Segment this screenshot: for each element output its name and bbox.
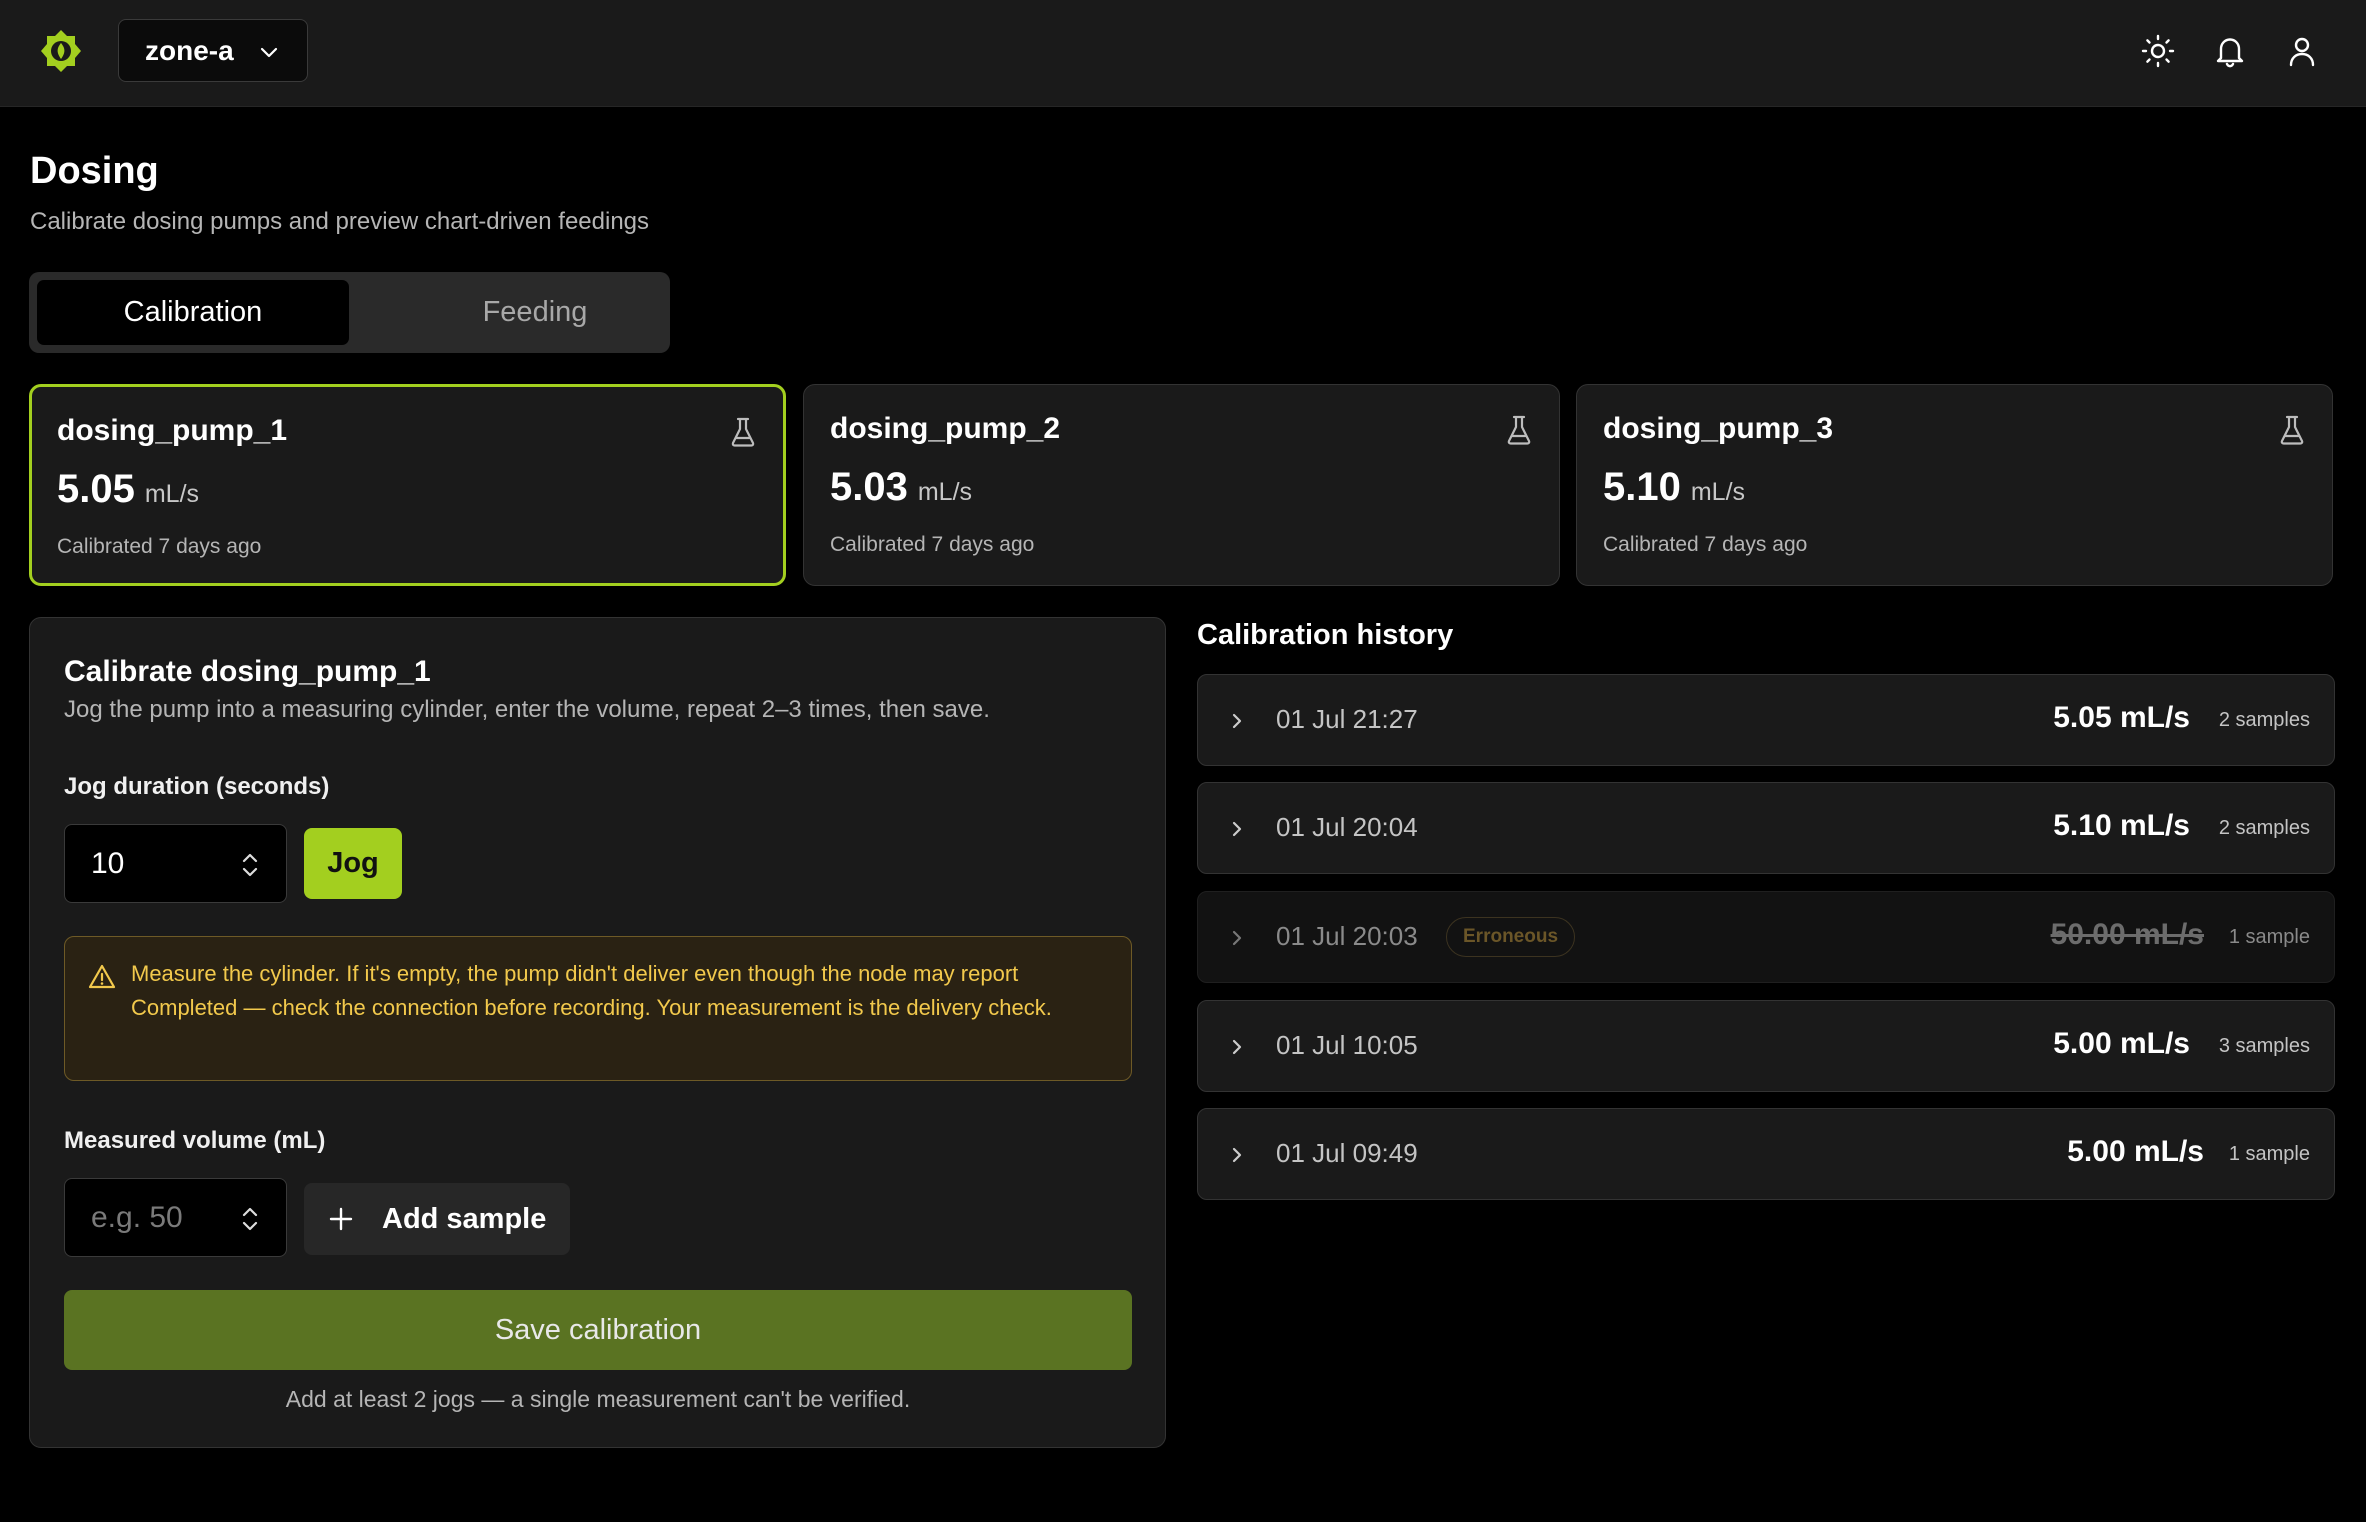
pump-rate-unit: mL/s <box>917 478 973 506</box>
warning-icon <box>88 964 116 989</box>
history-rate: 5.00 mL/s <box>2053 1027 2190 1060</box>
history-date: 01 Jul 21:27 <box>1276 704 1418 734</box>
chevron-right-icon[interactable] <box>1228 1145 1246 1165</box>
tab-feeding[interactable]: Feeding <box>379 280 691 345</box>
pump-rate-value: 5.05 <box>57 467 135 511</box>
chevron-right-icon[interactable] <box>1228 928 1246 948</box>
history-rate: 5.10 mL/s <box>2053 809 2190 842</box>
pump-card-3[interactable]: dosing_pump_3 5.10 mL/s Calibrated 7 day… <box>1576 384 2333 586</box>
page-subtitle: Calibrate dosing pumps and preview chart… <box>30 208 650 235</box>
pump-rate-value: 5.10 <box>1603 465 1681 509</box>
jog-duration-input[interactable]: 10 <box>64 824 287 903</box>
measured-volume-placeholder: e.g. 50 <box>91 1200 183 1234</box>
history-row[interactable]: 01 Jul 20:04 5.10 mL/s 2 samples <box>1197 782 2335 874</box>
history-row[interactable]: 01 Jul 21:27 5.05 mL/s 2 samples <box>1197 674 2335 766</box>
pump-rate-unit: mL/s <box>144 480 200 508</box>
history-rate: 5.00 mL/s <box>2067 1135 2204 1168</box>
jog-duration-label: Jog duration (seconds) <box>64 773 330 800</box>
pump-name: dosing_pump_1 <box>57 414 288 447</box>
top-bar: zone-a <box>0 0 2366 107</box>
history-title: Calibration history <box>1197 619 1454 651</box>
history-rate: 5.05 mL/s <box>2053 701 2190 734</box>
pump-rate-unit: mL/s <box>1690 478 1746 506</box>
calibrate-panel: Calibrate dosing_pump_1 Jog the pump int… <box>29 617 1166 1448</box>
history-samples: 2 samples <box>2218 817 2310 839</box>
measured-volume-input[interactable]: e.g. 50 <box>64 1178 287 1257</box>
pump-calibrated: Calibrated 7 days ago <box>57 535 262 558</box>
flask-icon[interactable] <box>729 417 757 447</box>
stepper-icon[interactable] <box>240 1204 260 1234</box>
warning-callout: Measure the cylinder. If it's empty, the… <box>64 936 1132 1081</box>
history-date: 01 Jul 20:04 <box>1276 812 1418 842</box>
tab-bar: Calibration Feeding <box>29 272 670 353</box>
calibrate-description: Jog the pump into a measuring cylinder, … <box>64 696 990 723</box>
history-samples: 3 samples <box>2218 1035 2310 1057</box>
pump-name: dosing_pump_2 <box>830 412 1061 445</box>
pump-rate: 5.05 mL/s <box>57 467 199 512</box>
history-date: 01 Jul 10:05 <box>1276 1030 1418 1060</box>
save-calibration-button[interactable]: Save calibration <box>64 1290 1132 1370</box>
chevron-right-icon[interactable] <box>1228 1037 1246 1057</box>
pump-rate: 5.03 mL/s <box>830 465 972 510</box>
pump-card-2[interactable]: dosing_pump_2 5.03 mL/s Calibrated 7 day… <box>803 384 1560 586</box>
pump-card-1[interactable]: dosing_pump_1 5.05 mL/s Calibrated 7 day… <box>29 384 786 586</box>
logo-icon <box>41 30 81 72</box>
chevron-right-icon[interactable] <box>1228 711 1246 731</box>
erroneous-badge: Erroneous <box>1446 917 1576 957</box>
history-row[interactable]: 01 Jul 10:05 5.00 mL/s 3 samples <box>1197 1000 2335 1092</box>
history-rate: 50.00 mL/s <box>2050 918 2204 951</box>
bell-icon[interactable] <box>2212 33 2248 69</box>
jog-duration-value: 10 <box>91 846 125 880</box>
save-note: Add at least 2 jogs — a single measureme… <box>285 1386 911 1412</box>
pump-calibrated: Calibrated 7 days ago <box>830 533 1035 556</box>
history-samples: 2 samples <box>2218 709 2310 731</box>
measured-volume-label: Measured volume (mL) <box>64 1127 326 1154</box>
pump-name: dosing_pump_3 <box>1603 412 1834 445</box>
flask-icon[interactable] <box>2278 415 2306 445</box>
history-row[interactable]: 01 Jul 09:49 5.00 mL/s 1 sample <box>1197 1108 2335 1200</box>
warning-text: Measure the cylinder. If it's empty, the… <box>131 961 1052 1020</box>
user-icon[interactable] <box>2284 33 2320 69</box>
stepper-icon[interactable] <box>240 850 260 880</box>
add-sample-label: Add sample <box>382 1202 547 1235</box>
history-samples: 1 sample <box>2228 926 2310 948</box>
history-row-erroneous[interactable]: 01 Jul 20:03 Erroneous 50.00 mL/s 1 samp… <box>1197 891 2335 983</box>
history-date: 01 Jul 09:49 <box>1276 1138 1418 1168</box>
pump-calibrated: Calibrated 7 days ago <box>1603 533 1808 556</box>
chevron-down-icon <box>260 47 278 58</box>
jog-button[interactable]: Jog <box>304 828 402 899</box>
chevron-right-icon[interactable] <box>1228 819 1246 839</box>
plus-icon <box>329 1207 353 1231</box>
tab-calibration[interactable]: Calibration <box>37 280 349 345</box>
history-samples: 1 sample <box>2228 1143 2310 1165</box>
sun-icon[interactable] <box>2140 33 2176 69</box>
pump-rate-value: 5.03 <box>830 465 908 509</box>
zone-select[interactable]: zone-a <box>118 19 308 82</box>
calibrate-title: Calibrate dosing_pump_1 <box>64 655 431 688</box>
flask-icon[interactable] <box>1505 415 1533 445</box>
pump-rate: 5.10 mL/s <box>1603 465 1745 510</box>
zone-select-label: zone-a <box>145 34 234 66</box>
add-sample-button[interactable]: Add sample <box>304 1183 570 1255</box>
page-title: Dosing <box>30 150 159 192</box>
history-date: 01 Jul 20:03 <box>1276 921 1418 951</box>
